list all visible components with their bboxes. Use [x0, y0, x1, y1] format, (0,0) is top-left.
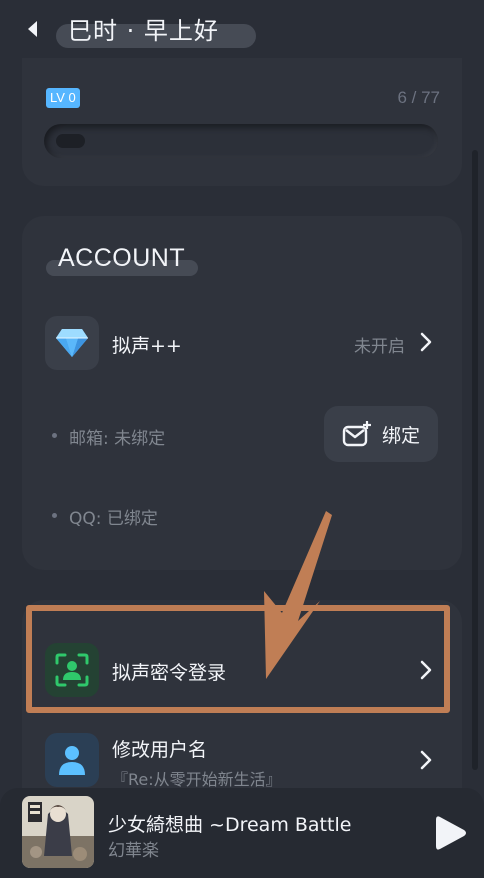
- level-progress-fill: [56, 134, 85, 148]
- level-progress-text: 6 / 77: [397, 88, 440, 107]
- scrollbar-thumb[interactable]: [472, 150, 478, 770]
- mail-add-icon: [342, 421, 371, 447]
- plus-label: 拟声++: [112, 335, 182, 357]
- level-card: [22, 58, 462, 186]
- qq-bullet: [52, 513, 57, 518]
- user-icon-tile: [45, 733, 99, 787]
- song-artist: 幻華楽: [108, 841, 159, 861]
- level-progress-track: [44, 124, 438, 158]
- back-arrow-icon[interactable]: [24, 18, 42, 40]
- email-status: 邮箱: 未绑定: [69, 429, 166, 449]
- bind-email-label: 绑定: [381, 424, 420, 447]
- song-title: 少女綺想曲 ~Dream Battle: [108, 814, 352, 836]
- play-icon[interactable]: [432, 814, 468, 852]
- email-bullet: [52, 433, 57, 438]
- level-badge: LV 0: [46, 88, 80, 108]
- user-icon: [59, 746, 85, 775]
- plus-chevron-icon[interactable]: [420, 332, 432, 352]
- bind-email-button[interactable]: 绑定: [324, 406, 438, 462]
- current-username: 『Re:从零开始新生活』: [112, 770, 282, 789]
- plus-status: 未开启: [354, 337, 405, 357]
- highlight-annotation-box: [26, 605, 450, 713]
- album-cover-image: [22, 796, 94, 868]
- diamond-icon-tile: [45, 316, 99, 370]
- album-art[interactable]: [22, 796, 94, 868]
- account-section-title: ACCOUNT: [58, 244, 186, 272]
- qq-status: QQ: 已绑定: [69, 509, 158, 529]
- diamond-icon: [56, 329, 88, 357]
- rename-label: 修改用户名: [112, 739, 208, 761]
- annotation-arrow-icon: [264, 511, 332, 679]
- page-title: 巳时 · 早上好: [68, 17, 219, 45]
- rename-chevron-icon[interactable]: [420, 750, 432, 770]
